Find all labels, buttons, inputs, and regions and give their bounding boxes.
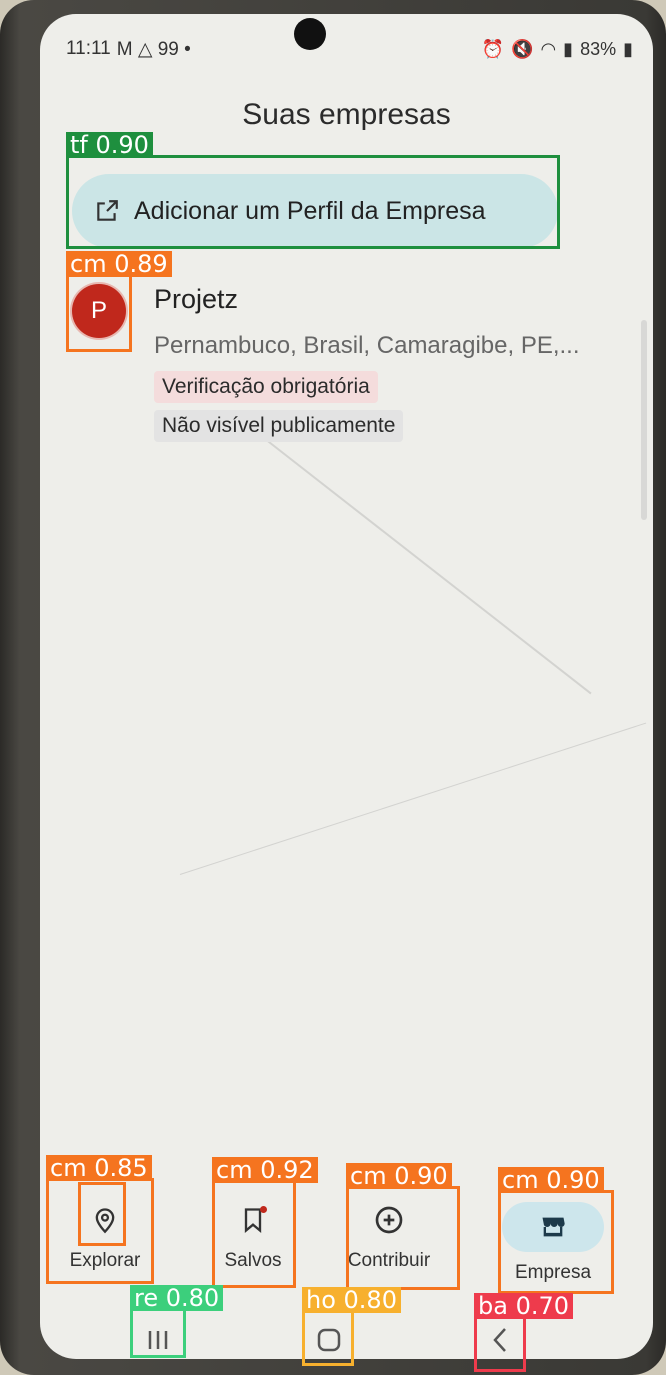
detection-box: cm 0.90 <box>498 1167 614 1294</box>
status-bar: 11:11 M △ 99 • ⏰ 🔇 ◠ ▮ 83% ▮ <box>66 34 633 64</box>
detection-label: cm 0.90 <box>498 1167 604 1193</box>
scrollbar[interactable] <box>641 320 647 520</box>
detection-label: ho 0.80 <box>302 1287 401 1313</box>
detection-box: cm 0.89 <box>66 251 172 352</box>
mute-icon: 🔇 <box>511 38 534 59</box>
screen-crack <box>179 722 647 875</box>
battery-level: 83% <box>580 38 617 59</box>
detection-box: ba 0.70 <box>474 1293 574 1372</box>
detection-box: cm 0.90 <box>346 1163 460 1290</box>
battery-icon: ▮ <box>623 38 633 59</box>
not-public-chip: Não visível publicamente <box>154 410 404 442</box>
verification-required-chip: Verificação obrigatória <box>154 371 378 403</box>
notification-icons: M △ 99 • <box>116 38 191 60</box>
signal-icon: ▮ <box>563 38 574 59</box>
wifi-icon: ◠ <box>540 38 557 59</box>
business-address: Pernambuco, Brasil, Camaragibe, PE,... <box>154 332 580 359</box>
front-camera <box>294 18 326 50</box>
detection-box <box>78 1182 126 1246</box>
detection-label: cm 0.90 <box>346 1163 452 1189</box>
screen-crack <box>259 434 592 695</box>
detection-label: cm 0.85 <box>46 1155 152 1181</box>
status-time: 11:11 <box>66 38 111 59</box>
detection-label: cm 0.92 <box>212 1157 318 1183</box>
page-title: Suas empresas <box>242 98 451 131</box>
alarm-icon: ⏰ <box>481 38 505 59</box>
detection-label: tf 0.90 <box>66 132 153 158</box>
business-name[interactable]: Projetz <box>154 284 238 315</box>
detection-label: cm 0.89 <box>66 251 172 277</box>
detection-box: re 0.80 <box>130 1285 224 1358</box>
detection-box: cm 0.92 <box>212 1157 318 1288</box>
detection-box: ho 0.80 <box>302 1287 401 1366</box>
detection-label: ba 0.70 <box>474 1293 574 1319</box>
detection-box: tf 0.90 <box>66 132 560 249</box>
detection-label: re 0.80 <box>130 1285 224 1311</box>
